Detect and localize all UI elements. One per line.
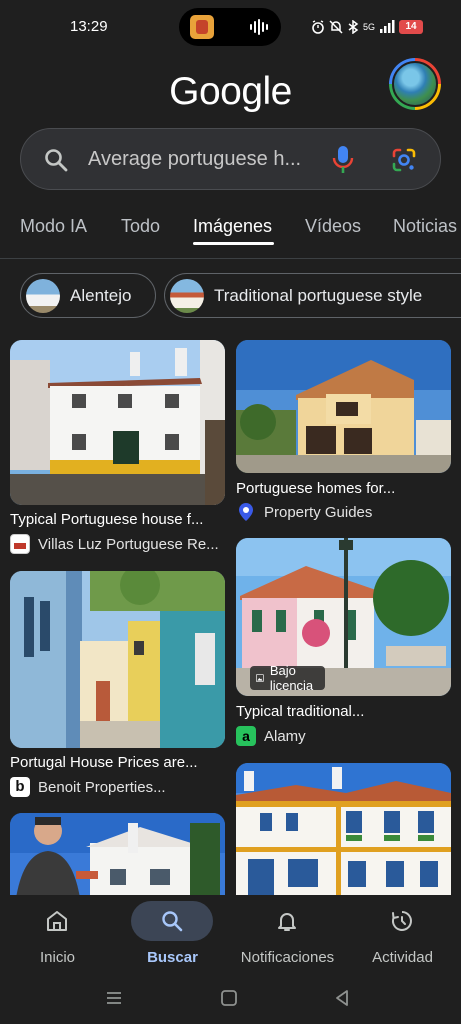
result-thumbnail[interactable] xyxy=(236,763,451,913)
lens-icon[interactable] xyxy=(391,147,417,173)
result-title[interactable]: Portugal House Prices are... xyxy=(10,754,198,771)
history-icon xyxy=(392,911,412,931)
license-label: Bajo licencia xyxy=(269,663,314,693)
chip-label: Traditional portuguese style xyxy=(214,285,423,305)
status-icons: 5G 14 xyxy=(311,17,423,37)
result-source[interactable]: a Alamy xyxy=(236,726,306,746)
search-icon xyxy=(45,149,68,172)
chip-label: Alentejo xyxy=(70,285,132,305)
tab-videos[interactable]: Vídeos xyxy=(305,216,361,237)
bottom-navigation: Inicio Buscar Notificaciones Actividad xyxy=(0,895,461,980)
tabs-divider xyxy=(0,258,461,259)
nav-label: Notificaciones xyxy=(240,949,335,966)
mic-icon[interactable] xyxy=(332,145,354,175)
result-title[interactable]: Portuguese homes for... xyxy=(236,480,395,497)
result-source-label: Alamy xyxy=(264,727,306,745)
result-title[interactable]: Typical Portuguese house f... xyxy=(10,511,203,528)
nav-actividad[interactable]: Actividad xyxy=(345,895,460,980)
home-button-icon[interactable] xyxy=(219,988,239,1008)
status-bar: 13:29 5G 14 xyxy=(0,0,461,56)
result-thumbnail[interactable] xyxy=(10,571,225,748)
profile-avatar[interactable] xyxy=(389,58,441,110)
network-type: 5G xyxy=(362,22,375,32)
audio-wave-icon xyxy=(250,19,268,35)
result-thumbnail[interactable] xyxy=(10,340,225,505)
app-notification-icon xyxy=(190,15,214,39)
mute-icon xyxy=(329,20,343,34)
alarm-icon xyxy=(312,20,324,34)
tab-todo[interactable]: Todo xyxy=(121,216,160,237)
chip-traditional-style[interactable]: Traditional portuguese style xyxy=(164,273,461,318)
active-tab-indicator xyxy=(193,242,274,245)
battery-indicator: 14 xyxy=(399,20,423,34)
result-source[interactable]: b Benoit Properties... xyxy=(10,777,166,797)
home-icon xyxy=(47,911,67,931)
result-title[interactable]: Typical traditional... xyxy=(236,703,364,720)
search-tabs: Modo IA Todo Imágenes Vídeos Noticias xyxy=(0,214,461,258)
alamy-favicon: a xyxy=(236,726,256,746)
signal-icon xyxy=(380,20,395,33)
result-source-label: Benoit Properties... xyxy=(38,778,166,796)
bell-icon xyxy=(278,913,296,931)
result-thumbnail[interactable] xyxy=(236,340,451,473)
nav-buscar[interactable]: Buscar xyxy=(115,895,230,980)
image-icon xyxy=(256,674,264,682)
back-icon[interactable] xyxy=(332,988,352,1008)
search-query[interactable]: Average portuguese h... xyxy=(88,148,301,171)
nav-label: Actividad xyxy=(372,949,433,966)
dynamic-island[interactable] xyxy=(179,8,281,46)
nav-notificaciones[interactable]: Notificaciones xyxy=(230,895,345,980)
tab-modo-ia[interactable]: Modo IA xyxy=(20,216,87,237)
result-source-label: Villas Luz Portuguese Re... xyxy=(38,535,219,553)
tab-noticias[interactable]: Noticias xyxy=(393,216,457,237)
search-bar[interactable]: Average portuguese h... xyxy=(20,128,441,190)
nav-label: Inicio xyxy=(39,949,76,966)
villas-luz-favicon xyxy=(10,534,30,554)
result-source-label: Property Guides xyxy=(264,503,373,521)
result-source[interactable]: Property Guides xyxy=(236,502,372,522)
system-navigation xyxy=(0,980,461,1024)
chip-thumbnail xyxy=(170,278,204,313)
search-icon xyxy=(162,911,183,932)
avatar-image xyxy=(392,61,438,107)
status-time: 13:29 xyxy=(70,18,108,35)
license-badge: Bajo licencia xyxy=(250,663,326,693)
property-guides-favicon xyxy=(239,503,253,521)
recents-icon[interactable] xyxy=(104,988,124,1008)
chip-alentejo[interactable]: Alentejo xyxy=(20,273,156,318)
nav-label: Buscar xyxy=(147,949,198,966)
result-source[interactable]: Villas Luz Portuguese Re... xyxy=(10,534,219,554)
nav-inicio[interactable]: Inicio xyxy=(0,895,115,980)
bluetooth-icon xyxy=(348,20,359,34)
chip-thumbnail xyxy=(26,278,60,313)
benoit-favicon: b xyxy=(10,777,30,797)
tab-imagenes[interactable]: Imágenes xyxy=(193,216,272,237)
